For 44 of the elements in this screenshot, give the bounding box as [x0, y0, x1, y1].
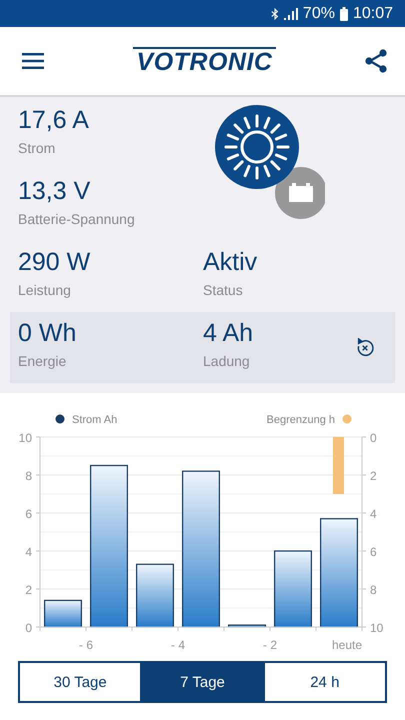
- axis-tick-label: 8: [370, 583, 377, 597]
- clock: 10:07: [352, 4, 393, 22]
- axis-tick-label: 0: [25, 621, 32, 635]
- chart-bar: [228, 624, 266, 628]
- legend-label: Begrenzung h: [266, 414, 335, 426]
- counter-value: 0 Wh: [18, 318, 78, 349]
- menu-icon: [22, 53, 44, 69]
- reading-label: Leistung: [18, 281, 72, 300]
- axis-tick-label: 6: [370, 545, 377, 559]
- reset-icon: [355, 338, 375, 358]
- reading-label: Strom: [18, 139, 56, 158]
- share-icon: [364, 49, 387, 73]
- counter-label: Ladung: [203, 352, 251, 371]
- axis-tick-label: - 6: [79, 638, 93, 652]
- axis-tick-label: 10: [18, 431, 32, 445]
- reading-value: 290 W: [18, 247, 92, 278]
- axis-tick-label: 8: [25, 469, 32, 483]
- reading-label: Status: [203, 281, 244, 300]
- bluetooth-icon: [270, 8, 279, 20]
- axis-tick-label: 4: [370, 507, 377, 521]
- axis-tick-label: - 2: [263, 638, 277, 652]
- chart-bar: [136, 564, 174, 628]
- axis-tick-label: 4: [25, 545, 32, 559]
- counter-value: 4 Ah: [203, 318, 254, 349]
- limit-bar: [333, 437, 344, 494]
- axis-tick-label: 6: [25, 507, 32, 521]
- axis-tick-label: 0: [370, 431, 377, 445]
- logo: VOTRONIC: [132, 47, 276, 75]
- axis-tick-label: 10: [370, 621, 384, 635]
- reading-value: 17,6 A: [18, 105, 90, 136]
- range-tab[interactable]: 7 Tage: [142, 663, 265, 701]
- axis-tick-label: 2: [25, 583, 32, 597]
- axis-tick-label: heute: [332, 638, 362, 652]
- axis-tick-label: 2: [370, 469, 377, 483]
- reading-value: 13,3 V: [18, 176, 92, 207]
- signal-icon: [284, 8, 298, 20]
- battery-percent: 70%: [302, 4, 335, 22]
- chart-bar: [44, 600, 82, 628]
- axis-tick-label: - 4: [171, 638, 185, 652]
- reading-value: Aktiv: [203, 247, 258, 278]
- reading-label: Batterie-Spannung: [18, 210, 136, 229]
- legend-label: Strom Ah: [72, 414, 118, 426]
- counter-label: Energie: [18, 352, 68, 371]
- battery-icon: [340, 6, 348, 20]
